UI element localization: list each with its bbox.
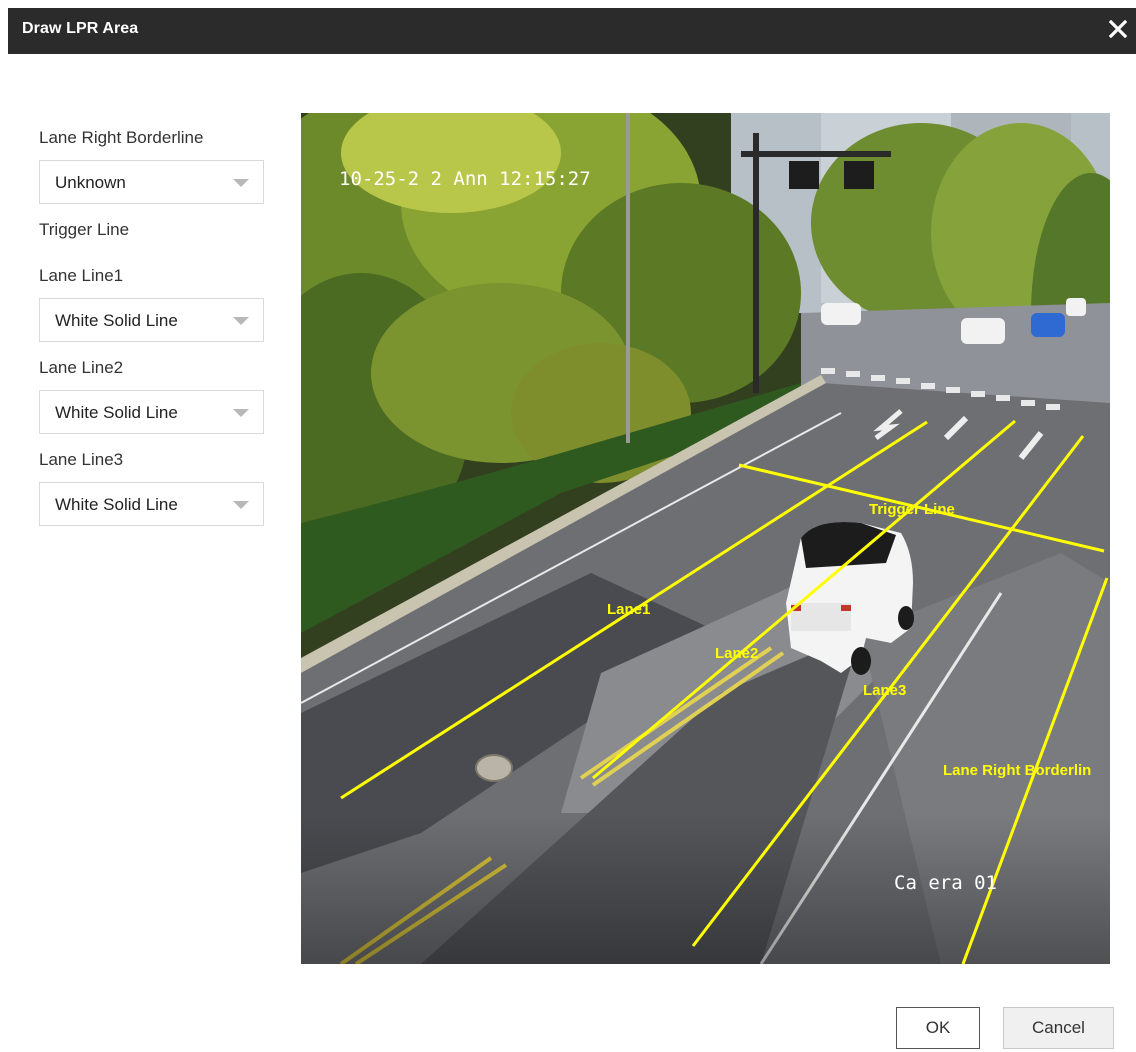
close-icon bbox=[1109, 20, 1127, 38]
dialog-title: Draw LPR Area bbox=[22, 20, 139, 37]
lane3-overlay-label: Lane3 bbox=[863, 682, 906, 699]
cancel-button[interactable]: Cancel bbox=[1003, 1007, 1114, 1049]
chevron-down-icon bbox=[233, 501, 249, 509]
lane-line3-select[interactable]: White Solid Line bbox=[39, 482, 264, 526]
trigger-line-overlay-label: Trigger Line bbox=[869, 501, 955, 518]
lane-right-borderline-value: Unknown bbox=[55, 173, 126, 192]
ok-button[interactable]: OK bbox=[896, 1007, 980, 1049]
close-button[interactable] bbox=[1100, 8, 1136, 50]
lane-right-borderline-overlay-label: Lane Right Borderlin bbox=[943, 762, 1091, 779]
lane-line1-value: White Solid Line bbox=[55, 311, 178, 330]
osd-camera-name: Ca era 01 bbox=[894, 872, 997, 894]
draw-lpr-area-dialog: Draw LPR Area Lane Right Borderline Unkn… bbox=[0, 0, 1136, 1052]
lane-line3-value: White Solid Line bbox=[55, 495, 178, 514]
lane-line2-value: White Solid Line bbox=[55, 403, 178, 422]
chevron-down-icon bbox=[233, 317, 249, 325]
camera-scene: Trigger Line Lane1 Lane2 Lane3 Lane Righ… bbox=[301, 113, 1110, 964]
lane1-overlay-label: Lane1 bbox=[607, 601, 650, 618]
lane-line3-label: Lane Line3 bbox=[39, 450, 124, 469]
camera-live-view[interactable]: Trigger Line Lane1 Lane2 Lane3 Lane Righ… bbox=[301, 113, 1110, 964]
dialog-titlebar: Draw LPR Area bbox=[8, 8, 1136, 54]
trigger-line-label: Trigger Line bbox=[39, 220, 130, 239]
lane-line1-label: Lane Line1 bbox=[39, 266, 124, 285]
lane-line1-select[interactable]: White Solid Line bbox=[39, 298, 264, 342]
lane2-overlay-label: Lane2 bbox=[715, 645, 758, 662]
lane-line2-label: Lane Line2 bbox=[39, 358, 124, 377]
lane-right-borderline-label: Lane Right Borderline bbox=[39, 128, 204, 147]
chevron-down-icon bbox=[233, 409, 249, 417]
lane-right-borderline-select[interactable]: Unknown bbox=[39, 160, 264, 204]
lane-line2-select[interactable]: White Solid Line bbox=[39, 390, 264, 434]
chevron-down-icon bbox=[233, 179, 249, 187]
osd-timestamp: 10-25-2 2 Ann 12:15:27 bbox=[339, 168, 591, 190]
